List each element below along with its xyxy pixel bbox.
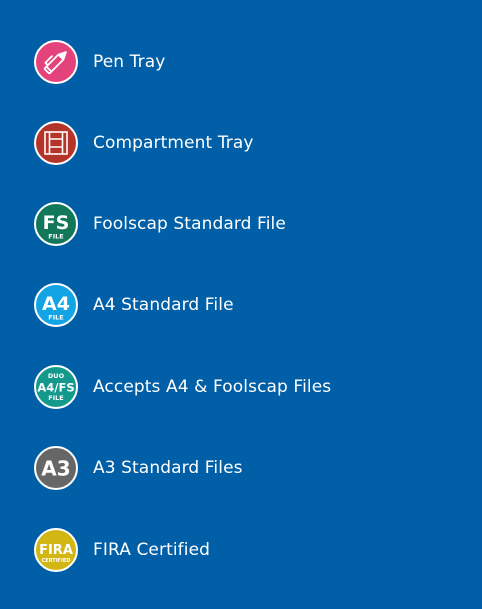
legend-item-pen-tray: Pen Tray: [34, 39, 165, 85]
legend-label: FIRA Certified: [93, 540, 211, 560]
badge-text: A4: [42, 293, 70, 315]
badge-subtext: FILE: [48, 394, 63, 402]
a4-file-icon: A4 FILE: [34, 283, 78, 327]
legend-label: A3 Standard Files: [93, 458, 243, 478]
compartment-tray-icon: [34, 121, 78, 165]
badge-text: A3: [41, 457, 70, 481]
legend-item-compartment-tray: Compartment Tray: [34, 120, 254, 166]
badge-subtext: FILE: [48, 314, 63, 322]
badge-subtext: FILE: [48, 233, 63, 241]
badge-pretext: DUO: [48, 372, 65, 380]
legend-label: A4 Standard File: [93, 295, 234, 315]
duo-a4-fs-file-icon: DUO A4/FS FILE: [34, 365, 78, 409]
legend-item-a3-standard-files: A3 A3 Standard Files: [34, 445, 243, 491]
fira-certified-icon: FIRA CERTIFIED: [34, 528, 78, 572]
pen-icon: [34, 40, 78, 84]
legend-item-a4-standard-file: A4 FILE A4 Standard File: [34, 282, 234, 328]
badge-subtext: CERTIFIED: [42, 558, 71, 564]
legend-label: Pen Tray: [93, 52, 166, 72]
legend-label: Accepts A4 & Foolscap Files: [93, 377, 332, 397]
legend-item-foolscap-standard-file: FS FILE Foolscap Standard File: [34, 201, 286, 247]
badge-text: FS: [43, 212, 70, 234]
badge-text: FIRA: [39, 543, 73, 558]
legend-label: Foolscap Standard File: [93, 214, 286, 234]
legend-label: Compartment Tray: [93, 133, 254, 153]
a3-file-icon: A3: [34, 446, 78, 490]
legend-item-accepts-a4-foolscap-files: DUO A4/FS FILE Accepts A4 & Foolscap Fil…: [34, 364, 331, 410]
fs-file-icon: FS FILE: [34, 202, 78, 246]
badge-text: A4/FS: [37, 381, 74, 395]
legend-item-fira-certified: FIRA CERTIFIED FIRA Certified: [34, 527, 210, 573]
feature-legend: Pen Tray Compartment Tray FS FILE Foolsc…: [0, 0, 482, 609]
